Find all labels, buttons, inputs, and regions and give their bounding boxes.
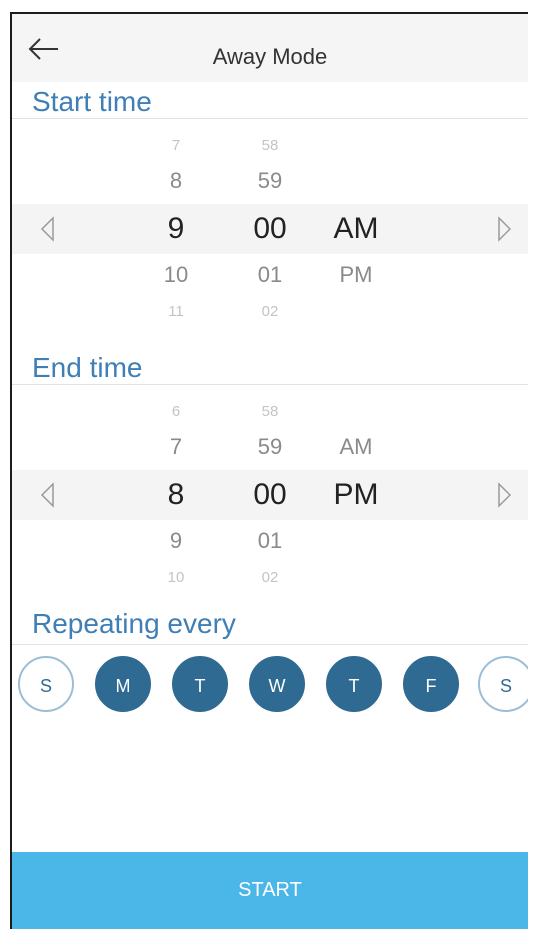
day-toggle-wednesday[interactable]: W (249, 656, 305, 712)
start-hour-far-below: 11 (168, 303, 184, 320)
start-button[interactable]: START (12, 852, 528, 929)
end-time-prev-button[interactable] (38, 482, 58, 508)
start-minute-far-below: 02 (261, 303, 279, 320)
end-period-selected: PM (333, 478, 379, 511)
start-minute-above: 59 (257, 168, 283, 193)
end-minute-below: 01 (257, 528, 283, 553)
app-screen: Away Mode Start time 7 8 9 10 11 58 59 0… (10, 12, 528, 929)
day-selector: S M T W T F S (12, 656, 528, 720)
end-minute-far-below: 02 (261, 569, 279, 586)
chevron-left-icon (40, 216, 54, 242)
start-hour-above: 8 (169, 168, 183, 193)
end-minute-wheel[interactable]: 58 59 00 01 02 (230, 386, 310, 586)
chevron-right-icon (498, 216, 512, 242)
start-hour-wheel[interactable]: 7 8 9 10 11 (136, 120, 216, 320)
day-toggle-thursday[interactable]: T (326, 656, 382, 712)
end-time-divider (12, 384, 528, 385)
end-hour-above: 7 (169, 434, 183, 459)
start-time-prev-button[interactable] (38, 216, 58, 242)
repeat-divider (12, 644, 528, 645)
start-minute-far-above: 58 (261, 137, 279, 154)
start-minute-selected: 00 (253, 212, 287, 245)
end-period-wheel[interactable]: AM PM (316, 386, 396, 586)
page-title: Away Mode (212, 44, 328, 69)
day-toggle-friday[interactable]: F (403, 656, 459, 712)
start-hour-selected: 9 (167, 212, 185, 245)
end-minute-selected: 00 (253, 478, 287, 511)
day-toggle-sunday[interactable]: S (18, 656, 74, 712)
start-time-picker[interactable]: 7 8 9 10 11 58 59 00 01 02 AM PM (12, 120, 528, 320)
end-minute-above: 59 (257, 434, 283, 459)
end-time-picker[interactable]: 6 7 8 9 10 58 59 00 01 02 AM PM (12, 386, 528, 586)
end-minute-far-above: 58 (261, 403, 279, 420)
end-time-title: End time (32, 352, 143, 383)
day-toggle-monday[interactable]: M (95, 656, 151, 712)
start-minute-below: 01 (257, 262, 283, 287)
start-period-selected: AM (333, 212, 379, 245)
start-time-title: Start time (32, 86, 152, 117)
end-hour-selected: 8 (167, 478, 185, 511)
end-hour-far-below: 10 (167, 569, 185, 586)
start-hour-far-above: 7 (171, 137, 181, 154)
end-hour-below: 9 (169, 528, 183, 553)
start-hour-below: 10 (163, 262, 189, 287)
start-time-divider (12, 118, 528, 119)
start-time-next-button[interactable] (494, 216, 514, 242)
start-period-wheel[interactable]: AM PM (316, 120, 396, 320)
end-period-above: AM (339, 434, 373, 459)
end-hour-wheel[interactable]: 6 7 8 9 10 (136, 386, 216, 586)
chevron-left-icon (40, 482, 54, 508)
start-period-below: PM (339, 262, 373, 287)
day-toggle-saturday[interactable]: S (478, 656, 528, 712)
end-time-next-button[interactable] (494, 482, 514, 508)
day-toggle-tuesday[interactable]: T (172, 656, 228, 712)
start-minute-wheel[interactable]: 58 59 00 01 02 (230, 120, 310, 320)
end-hour-far-above: 6 (171, 403, 181, 420)
header-bar: Away Mode (12, 14, 528, 82)
repeat-title: Repeating every (32, 608, 236, 639)
chevron-right-icon (498, 482, 512, 508)
